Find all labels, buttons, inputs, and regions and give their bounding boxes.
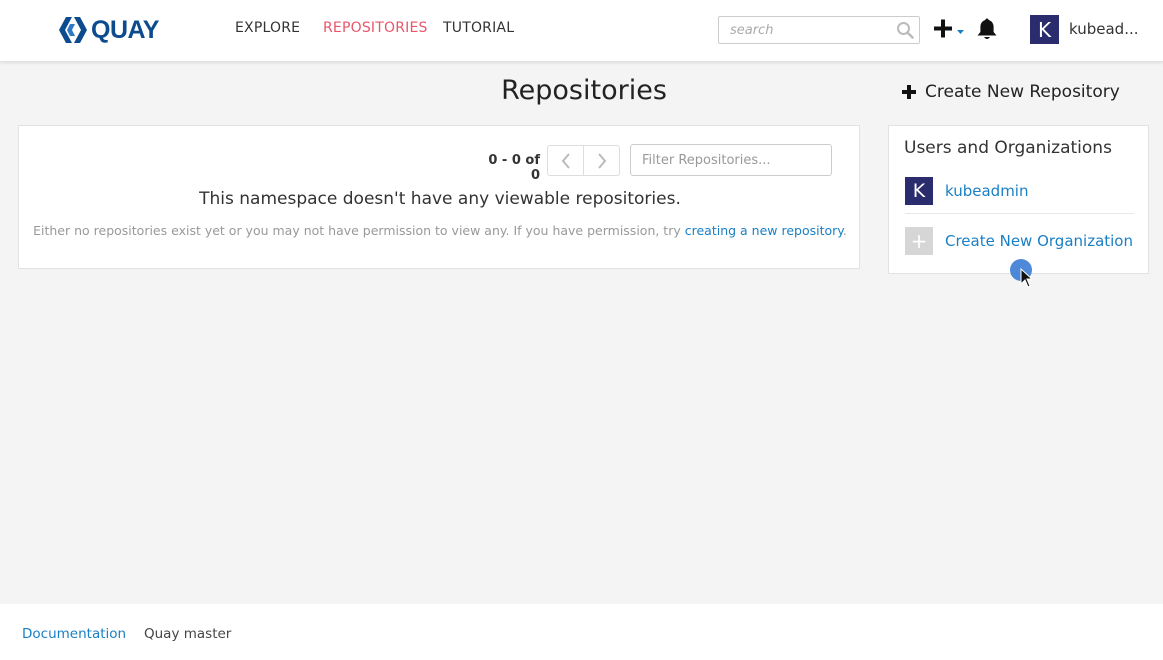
quay-logo-icon [59, 17, 87, 43]
plus-icon [902, 85, 916, 99]
namespace-item-kubeadmin[interactable]: K kubeadmin [905, 172, 1134, 214]
nav-repositories[interactable]: REPOSITORIES [323, 20, 428, 36]
bell-icon [977, 18, 997, 39]
footer: Documentation Quay master [0, 604, 1163, 660]
pager-previous-button[interactable] [547, 145, 584, 176]
kubeadmin-avatar: K [905, 176, 933, 205]
add-organization-icon: + [905, 227, 933, 255]
search-icon[interactable] [896, 21, 914, 39]
create-new-repository-label: Create New Repository [925, 82, 1120, 102]
user-avatar[interactable]: K [1030, 15, 1059, 44]
create-plus-dropdown[interactable] [933, 17, 967, 41]
empty-state-description: Either no repositories exist yet or you … [19, 223, 861, 238]
search-input[interactable] [719, 17, 891, 43]
search-box [718, 16, 920, 44]
create-new-organization-item[interactable]: + Create New Organization [905, 223, 1134, 259]
filter-repositories-input[interactable] [630, 144, 832, 176]
repositories-panel: 0 - 0 of 0 This namespace doesn't have a… [18, 125, 860, 269]
create-new-repository-button[interactable]: Create New Repository [902, 80, 1120, 104]
pager-next-button[interactable] [583, 145, 620, 176]
nav-tutorial[interactable]: TUTORIAL [443, 20, 514, 36]
mouse-cursor-icon [1020, 268, 1034, 288]
brand-name: QUAY [91, 15, 159, 44]
notifications-bell[interactable] [976, 17, 998, 41]
empty-state-period: . [842, 223, 847, 238]
nav-explore[interactable]: EXPLORE [235, 20, 300, 36]
create-repository-link[interactable]: creating a new repository [685, 223, 843, 238]
empty-state-text: Either no repositories exist yet or you … [33, 223, 685, 238]
kubeadmin-link[interactable]: kubeadmin [945, 182, 1028, 200]
plus-dropdown-icon [934, 19, 964, 38]
user-menu-name[interactable]: kubead... [1069, 20, 1149, 38]
documentation-link[interactable]: Documentation [22, 626, 126, 642]
users-organizations-title: Users and Organizations [904, 138, 1112, 158]
quay-logo[interactable]: QUAY [59, 14, 159, 46]
pager-count: 0 - 0 of 0 [488, 153, 540, 183]
version-label: Quay master [144, 626, 232, 642]
chevron-right-icon [597, 152, 606, 169]
chevron-left-icon [561, 152, 570, 169]
create-new-organization-link[interactable]: Create New Organization [945, 232, 1133, 250]
top-navbar: QUAY EXPLORE REPOSITORIES TUTORIAL K kub… [0, 0, 1163, 62]
empty-state-heading: This namespace doesn't have any viewable… [199, 189, 681, 209]
users-organizations-panel: Users and Organizations K kubeadmin + Cr… [888, 125, 1149, 274]
